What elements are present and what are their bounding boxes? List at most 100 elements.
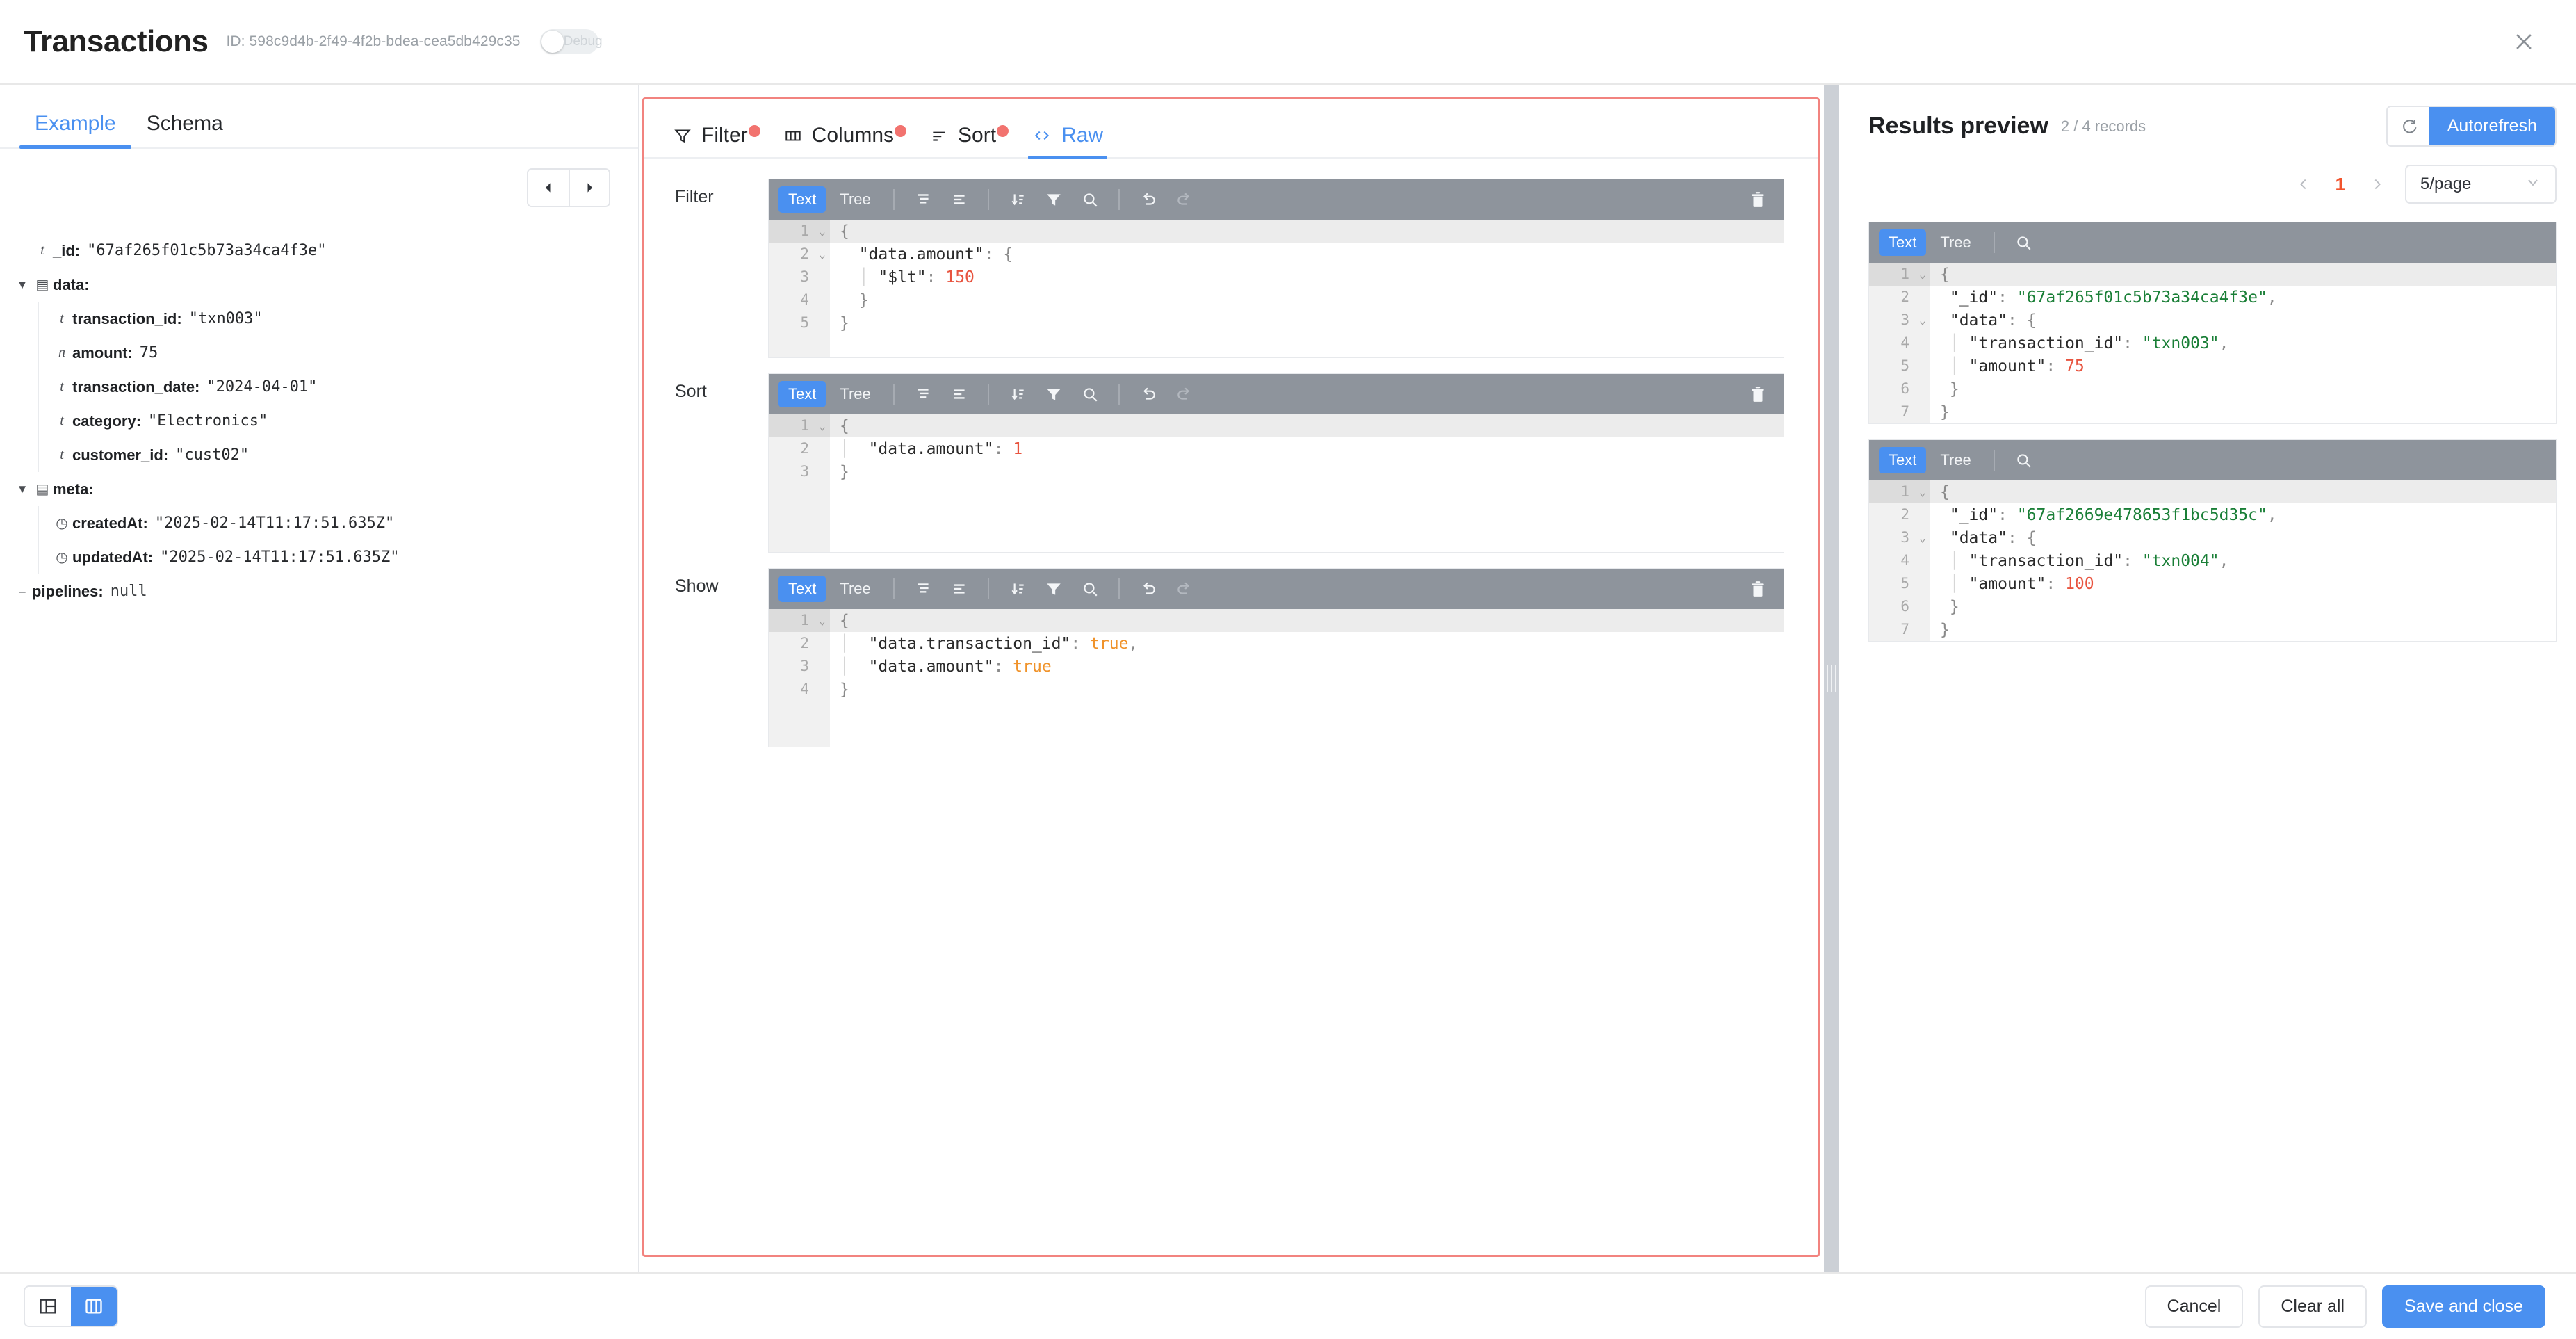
tree-row[interactable]: t transaction_id: "txn003" <box>51 302 638 336</box>
autorefresh-button[interactable]: Autorefresh <box>2429 107 2555 145</box>
layout-two-column-icon[interactable] <box>25 1287 71 1326</box>
undo-icon[interactable] <box>1132 574 1164 604</box>
query-editor-wrap: Filter Columns Sort Raw Filter Text Tree… <box>639 85 1824 1272</box>
tree-row[interactable]: ▼ ▤ data: <box>13 268 638 302</box>
layout-three-column-icon[interactable] <box>71 1287 117 1326</box>
mode-text-button[interactable]: Text <box>778 576 826 602</box>
compact-icon[interactable] <box>943 379 975 409</box>
compact-icon[interactable] <box>943 184 975 215</box>
fold-toggle[interactable]: ⌄ <box>815 414 830 437</box>
mode-text-button[interactable]: Text <box>1879 229 1927 256</box>
mode-text-button[interactable]: Text <box>1879 447 1927 473</box>
tree-row[interactable]: t customer_id: "cust02" <box>51 438 638 472</box>
sort-editor-content[interactable]: 1 ⌄ { 2 │ "data.amount": 1 3} <box>769 414 1784 552</box>
redo-icon[interactable] <box>1168 379 1200 409</box>
chevron-down-icon[interactable]: ▼ <box>13 482 32 496</box>
page-number[interactable]: 1 <box>2331 174 2349 195</box>
mode-tree-button[interactable]: Tree <box>830 576 880 602</box>
filter-editor-content[interactable]: 1 ⌄ { 2 ⌄ "data.amount": {3 │ "$lt": 15… <box>769 220 1784 357</box>
sort-editor-label: Sort <box>675 382 707 401</box>
code-line: 1 ⌄ { <box>1869 263 2556 286</box>
example-pager <box>0 149 638 207</box>
debug-toggle[interactable]: Debug <box>539 29 603 54</box>
redo-icon[interactable] <box>1168 574 1200 604</box>
trash-icon[interactable] <box>1742 379 1774 409</box>
sort-editor-block: Sort Text Tree 1 ⌄ {2 │ "data.amount": … <box>644 373 1818 553</box>
trash-icon[interactable] <box>1742 574 1774 604</box>
cancel-button[interactable]: Cancel <box>2144 1285 2244 1328</box>
chevron-left-icon[interactable] <box>528 170 569 206</box>
funnel-icon[interactable] <box>1038 379 1070 409</box>
undo-icon[interactable] <box>1132 184 1164 215</box>
fold-toggle[interactable]: ⌄ <box>1915 309 1930 332</box>
redo-icon[interactable] <box>1168 184 1200 215</box>
result-content[interactable]: 1 ⌄ { 2 "_id": "67af265f01c5b73a34ca4f3e… <box>1869 263 2556 423</box>
sort-az-icon[interactable] <box>1002 379 1034 409</box>
mode-tree-button[interactable]: Tree <box>830 186 880 213</box>
format-icon[interactable] <box>907 574 939 604</box>
results-count: 2 / 4 records <box>2060 117 2146 135</box>
tab-schema[interactable]: Schema <box>131 112 238 147</box>
code-text: │ "$lt": 150 <box>840 268 975 286</box>
undo-icon[interactable] <box>1132 379 1164 409</box>
tree-row[interactable]: t category: "Electronics" <box>51 404 638 438</box>
chevron-left-icon[interactable] <box>2290 170 2317 198</box>
fold-toggle[interactable]: ⌄ <box>815 609 830 632</box>
search-icon[interactable] <box>2007 445 2039 476</box>
sort-az-icon[interactable] <box>1002 574 1034 604</box>
result-content[interactable]: 1 ⌄ { 2 "_id": "67af2669e478653f1bc5d35c… <box>1869 480 2556 641</box>
mode-text-button[interactable]: Text <box>778 381 826 407</box>
tab-raw[interactable]: Raw <box>1014 124 1121 159</box>
mode-text-button[interactable]: Text <box>778 186 826 213</box>
divider <box>987 189 989 210</box>
tab-filter[interactable]: Filter <box>655 124 766 157</box>
save-and-close-button[interactable]: Save and close <box>2382 1285 2545 1328</box>
fold-toggle[interactable]: ⌄ <box>1915 480 1930 503</box>
mode-tree-button[interactable]: Tree <box>1930 447 1980 473</box>
search-icon[interactable] <box>1074 574 1106 604</box>
fold-toggle[interactable]: ⌄ <box>1915 263 1930 286</box>
line-number: 3 <box>1869 309 1915 332</box>
tree-row[interactable]: ▼ ▤ meta: <box>13 472 638 506</box>
fold-toggle[interactable]: ⌄ <box>1915 526 1930 549</box>
show-editor[interactable]: Text Tree 1 ⌄ {2 │ "data.transaction_id… <box>768 568 1784 747</box>
tree-row[interactable]: t transaction_date: "2024-04-01" <box>51 370 638 404</box>
tab-sort[interactable]: Sort <box>912 124 1014 157</box>
chevron-right-icon[interactable] <box>2363 170 2391 198</box>
refresh-icon[interactable] <box>2387 107 2429 145</box>
tree-row[interactable]: t _id: "67af265f01c5b73a34ca4f3e" <box>13 234 638 268</box>
tree-row[interactable]: ◷ createdAt: "2025-02-14T11:17:51.635Z" <box>51 506 638 540</box>
format-icon[interactable] <box>907 184 939 215</box>
tree-row[interactable]: – pipelines: null <box>13 574 638 608</box>
panel-resize-handle[interactable] <box>1824 85 1839 1272</box>
result-card: Text Tree 1 ⌄ { <box>1868 439 2557 642</box>
code-line: 7 } <box>1869 400 2556 423</box>
funnel-icon[interactable] <box>1038 574 1070 604</box>
tree-row[interactable]: n amount: 75 <box>51 336 638 370</box>
fold-toggle[interactable]: ⌄ <box>815 220 830 243</box>
chevron-down-icon[interactable]: ▼ <box>13 278 32 292</box>
funnel-icon[interactable] <box>1038 184 1070 215</box>
compact-icon[interactable] <box>943 574 975 604</box>
filter-editor[interactable]: Text Tree 1 ⌄ {2 ⌄ "data.amount": {3 │… <box>768 179 1784 358</box>
fold-spacer <box>1915 378 1930 400</box>
search-icon[interactable] <box>1074 184 1106 215</box>
mode-tree-button[interactable]: Tree <box>830 381 880 407</box>
search-icon[interactable] <box>2007 227 2039 258</box>
chevron-right-icon[interactable] <box>569 170 609 206</box>
tab-example[interactable]: Example <box>19 112 131 149</box>
close-icon[interactable] <box>2505 23 2543 60</box>
per-page-select[interactable]: 5/page <box>2405 165 2557 204</box>
fold-toggle[interactable]: ⌄ <box>815 243 830 266</box>
sort-az-icon[interactable] <box>1002 184 1034 215</box>
tab-columns[interactable]: Columns <box>766 124 912 157</box>
mode-tree-button[interactable]: Tree <box>1930 229 1980 256</box>
clear-all-button[interactable]: Clear all <box>2258 1285 2367 1328</box>
format-icon[interactable] <box>907 379 939 409</box>
main-body: Example Schema t _id: "67af265f01c5b73a3… <box>0 85 2576 1272</box>
sort-editor[interactable]: Text Tree 1 ⌄ {2 │ "data.amount": 1 3} <box>768 373 1784 553</box>
search-icon[interactable] <box>1074 379 1106 409</box>
show-editor-content[interactable]: 1 ⌄ { 2 │ "data.transaction_id": true, 3… <box>769 609 1784 747</box>
trash-icon[interactable] <box>1742 184 1774 215</box>
tree-row[interactable]: ◷ updatedAt: "2025-02-14T11:17:51.635Z" <box>51 540 638 574</box>
